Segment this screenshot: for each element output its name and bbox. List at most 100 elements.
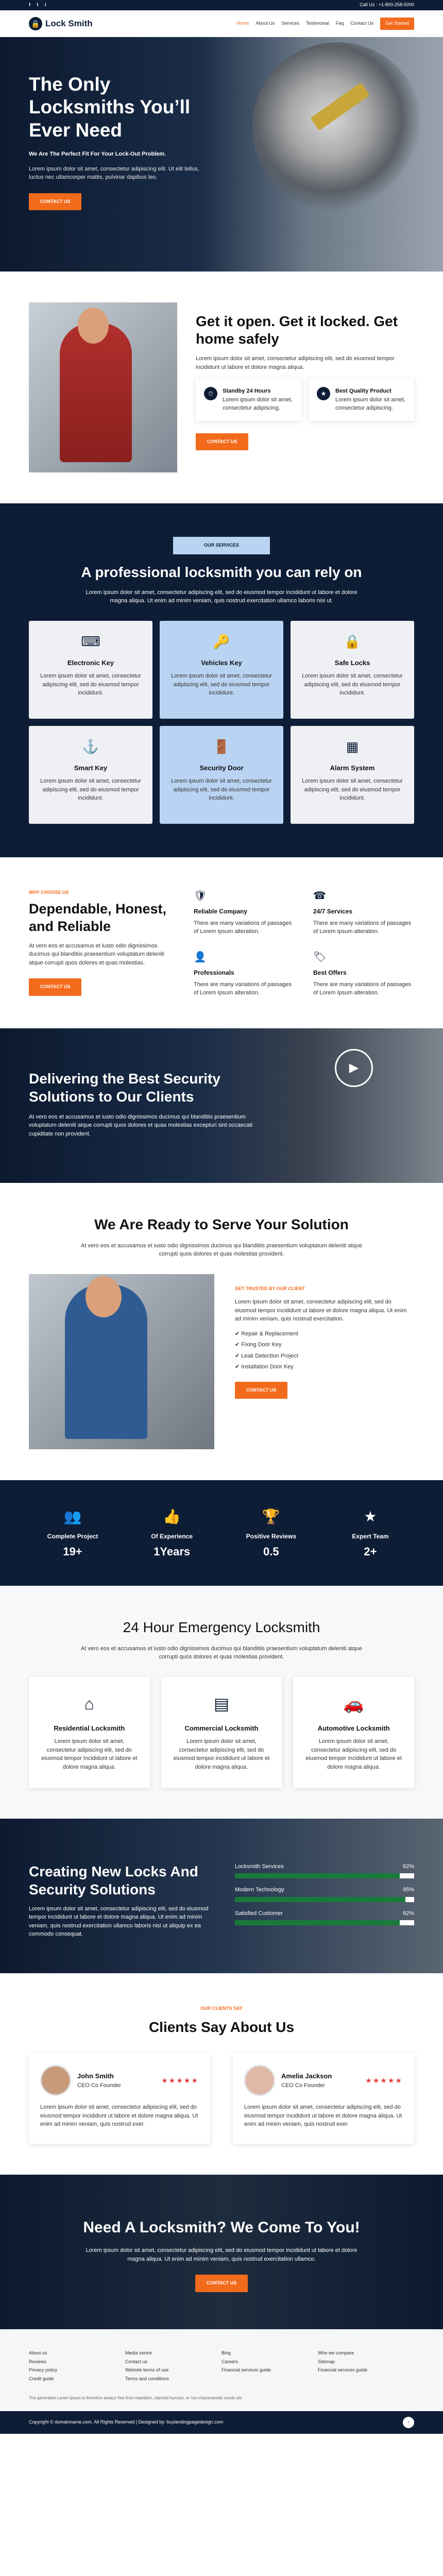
- footer-link[interactable]: Blog: [222, 2350, 318, 2357]
- stat-value: 0.5: [263, 1545, 279, 1558]
- safe-lock-icon: 🔒: [344, 633, 361, 649]
- social-links: f t i: [29, 2, 52, 9]
- why-item-text: There are many variations of passages of…: [194, 920, 292, 935]
- footer-link[interactable]: Reviews: [29, 2359, 125, 2366]
- about-contact-button[interactable]: CONTACT US: [196, 433, 249, 451]
- support-icon: ☎: [313, 890, 326, 902]
- service-title: Alarm System: [330, 764, 375, 772]
- twitter-icon[interactable]: t: [37, 2, 39, 7]
- hero-subtitle: We Are The Perfect Fit For Your Lock-Out…: [29, 151, 166, 158]
- hero-section: The Only Locksmiths You’ll Ever Need We …: [0, 37, 443, 272]
- service-card[interactable]: ⌨ Electronic Key Lorem ipsum dolor sit ame…: [29, 620, 152, 719]
- nav-home[interactable]: Home: [236, 20, 249, 27]
- why-item: 👤 Professionals There are many variations …: [194, 950, 295, 997]
- stat-label: Positive Reviews: [246, 1532, 296, 1540]
- emergency-card[interactable]: ⌂ Residential Locksmith Lorem ipsum dolor …: [29, 1676, 150, 1788]
- stats-section: 👥 Complete Project 19+ 👍 Of Experience 1Year…: [0, 1480, 443, 1586]
- footer-link[interactable]: Sitemap: [318, 2359, 414, 2366]
- clock-icon: ⏱: [204, 387, 217, 401]
- list-item: ✔ Fixing Door Key: [235, 1342, 282, 1348]
- emergency-title: 24 Hour Emergency Locksmith: [123, 1619, 320, 1635]
- progress-bar: Modern Technology 95%: [235, 1886, 414, 1902]
- ready-text: At vero eos et accusamus et iusto odio d…: [80, 1242, 362, 1258]
- about-section: Get it open. Get it locked. Get home saf…: [0, 272, 443, 503]
- nav-about[interactable]: About Us: [255, 20, 275, 27]
- footer-link[interactable]: Media centre: [125, 2350, 222, 2357]
- quality-icon: ★: [317, 387, 330, 401]
- why-item: 🏷 Best Offers There are many variations of…: [313, 950, 414, 997]
- list-item: ✔ Repair & Replacement: [235, 1330, 298, 1337]
- why-choose-section: WHY CHOOSE US Dependable, Honest, and Re…: [0, 857, 443, 1028]
- emergency-card[interactable]: 🚗 Automotive Locksmith Lorem ipsum dolor s…: [293, 1676, 414, 1788]
- footer-link[interactable]: Credit guide: [29, 2376, 125, 2383]
- avatar: [40, 2065, 71, 2096]
- rating-stars: ★★★★★: [365, 2076, 403, 2084]
- ready-kicker: GET TRUSTED BY OUR CLIENT: [235, 1285, 305, 1291]
- shutter-icon: ▤: [213, 1694, 230, 1713]
- stat-value: 1Years: [154, 1545, 191, 1558]
- hero-contact-button[interactable]: CONTACT US: [29, 193, 82, 211]
- video-text: At vero eos et accusamus et iusto odio d…: [29, 1113, 253, 1137]
- alarm-icon: ▦: [346, 738, 359, 754]
- about-text: Lorem ipsum dolor sit amet, consectetur …: [196, 355, 395, 370]
- footer-link[interactable]: Contact us: [125, 2359, 222, 2366]
- feature-text: Lorem ipsum dolor sit amet, consectetur …: [335, 396, 405, 412]
- get-started-button[interactable]: Get Started: [380, 18, 414, 30]
- footer-link[interactable]: Who we compare: [318, 2350, 414, 2357]
- nav-faq[interactable]: Faq: [336, 20, 344, 27]
- emergency-card-text: Lorem ipsum dolor sit amet, consectetur …: [41, 1738, 138, 1770]
- feature-card: ★ Best Quality Product Lorem ipsum dolor s…: [309, 379, 414, 421]
- phone-number[interactable]: Call Us : +1-800-258-5000: [360, 2, 414, 9]
- facebook-icon[interactable]: f: [29, 2, 30, 7]
- play-button-icon[interactable]: ▶: [335, 1048, 373, 1087]
- footer-link[interactable]: Terms and conditions: [125, 2376, 222, 2383]
- footer-link[interactable]: Website terms of use: [125, 2367, 222, 2374]
- clients-kicker: OUR CLIENTS SAY: [200, 2005, 243, 2011]
- emergency-card-title: Residential Locksmith: [54, 1724, 125, 1732]
- instagram-icon[interactable]: i: [45, 2, 46, 7]
- door-icon: 🚪: [213, 738, 230, 754]
- electronic-key-icon: ⌨: [81, 633, 100, 649]
- footer-link[interactable]: About us: [29, 2350, 125, 2357]
- service-card[interactable]: 🔑 Vehicles Key Lorem ipsum dolor sit amet,…: [160, 620, 283, 719]
- about-title: Get it open. Get it locked. Get home saf…: [196, 313, 398, 347]
- why-item-title: 24/7 Services: [313, 907, 353, 915]
- footer-link[interactable]: Financial services guide: [222, 2367, 318, 2374]
- service-card[interactable]: ▦ Alarm System Lorem ipsum dolor sit amet,…: [291, 725, 414, 824]
- why-item-text: There are many variations of passages of…: [313, 920, 412, 935]
- nav-testimonial[interactable]: Testimonial: [306, 20, 329, 27]
- skills-section: Creating New Locks And Security Solution…: [0, 1818, 443, 1973]
- testimonial-text: Lorem ipsum dolor sit amet, consectetur …: [244, 2104, 402, 2127]
- footer-link[interactable]: Privacy policy: [29, 2367, 125, 2374]
- copyright-bar: Copyright © domainname.com. All Rights R…: [0, 2411, 443, 2434]
- why-item-text: There are many variations of passages of…: [194, 981, 292, 996]
- service-card[interactable]: 🚪 Security Door Lorem ipsum dolor sit amet…: [160, 725, 283, 824]
- cta-contact-button[interactable]: CONTACT US: [195, 2275, 248, 2292]
- service-text: Lorem ipsum dolor sit amet, consectetur …: [171, 673, 272, 696]
- list-item: ✔ Leak Detection Project: [235, 1352, 298, 1359]
- testimonial-card: John Smith CEO Co Founder ★★★★★ Lorem ipsum…: [29, 2054, 210, 2144]
- feature-title: Best Quality Product: [335, 388, 391, 395]
- footer-link[interactable]: Financial services guide: [318, 2367, 414, 2374]
- emergency-card[interactable]: ▤ Commercial Locksmith Lorem ipsum dolor s…: [161, 1676, 282, 1788]
- arrow-up-icon[interactable]: ↑: [403, 2417, 414, 2429]
- why-contact-button[interactable]: CONTACT US: [29, 978, 82, 996]
- car-icon: 🚗: [343, 1694, 364, 1713]
- footer-link[interactable]: Careers: [222, 2359, 318, 2366]
- footer-note: The generated Lorem Ipsum is therefore a…: [29, 2396, 243, 2400]
- logo[interactable]: 🔒 Lock Smith: [29, 17, 93, 30]
- nav-contact[interactable]: Contact Us: [350, 20, 373, 27]
- copyright-text: Copyright © domainname.com. All Rights R…: [29, 2419, 224, 2425]
- service-card[interactable]: ⚓ Smart Key Lorem ipsum dolor sit amet, co…: [29, 725, 152, 824]
- ready-section: We Are Ready to Serve Your Solution At v…: [0, 1183, 443, 1480]
- house-icon: ⌂: [84, 1694, 94, 1713]
- ready-contact-button[interactable]: CONTACT US: [235, 1381, 288, 1399]
- feature-title: Standby 24 Hours: [223, 388, 271, 395]
- trophy-icon: 🏆: [262, 1508, 280, 1524]
- cta-title: Need A Locksmith? We Come To You!: [83, 2219, 360, 2236]
- service-title: Electronic Key: [67, 658, 114, 667]
- why-item-title: Reliable Company: [194, 907, 248, 915]
- nav-services[interactable]: Services: [281, 20, 299, 27]
- service-card[interactable]: 🔒 Safe Locks Lorem ipsum dolor sit amet, c…: [291, 620, 414, 719]
- professional-icon: 👤: [194, 951, 207, 963]
